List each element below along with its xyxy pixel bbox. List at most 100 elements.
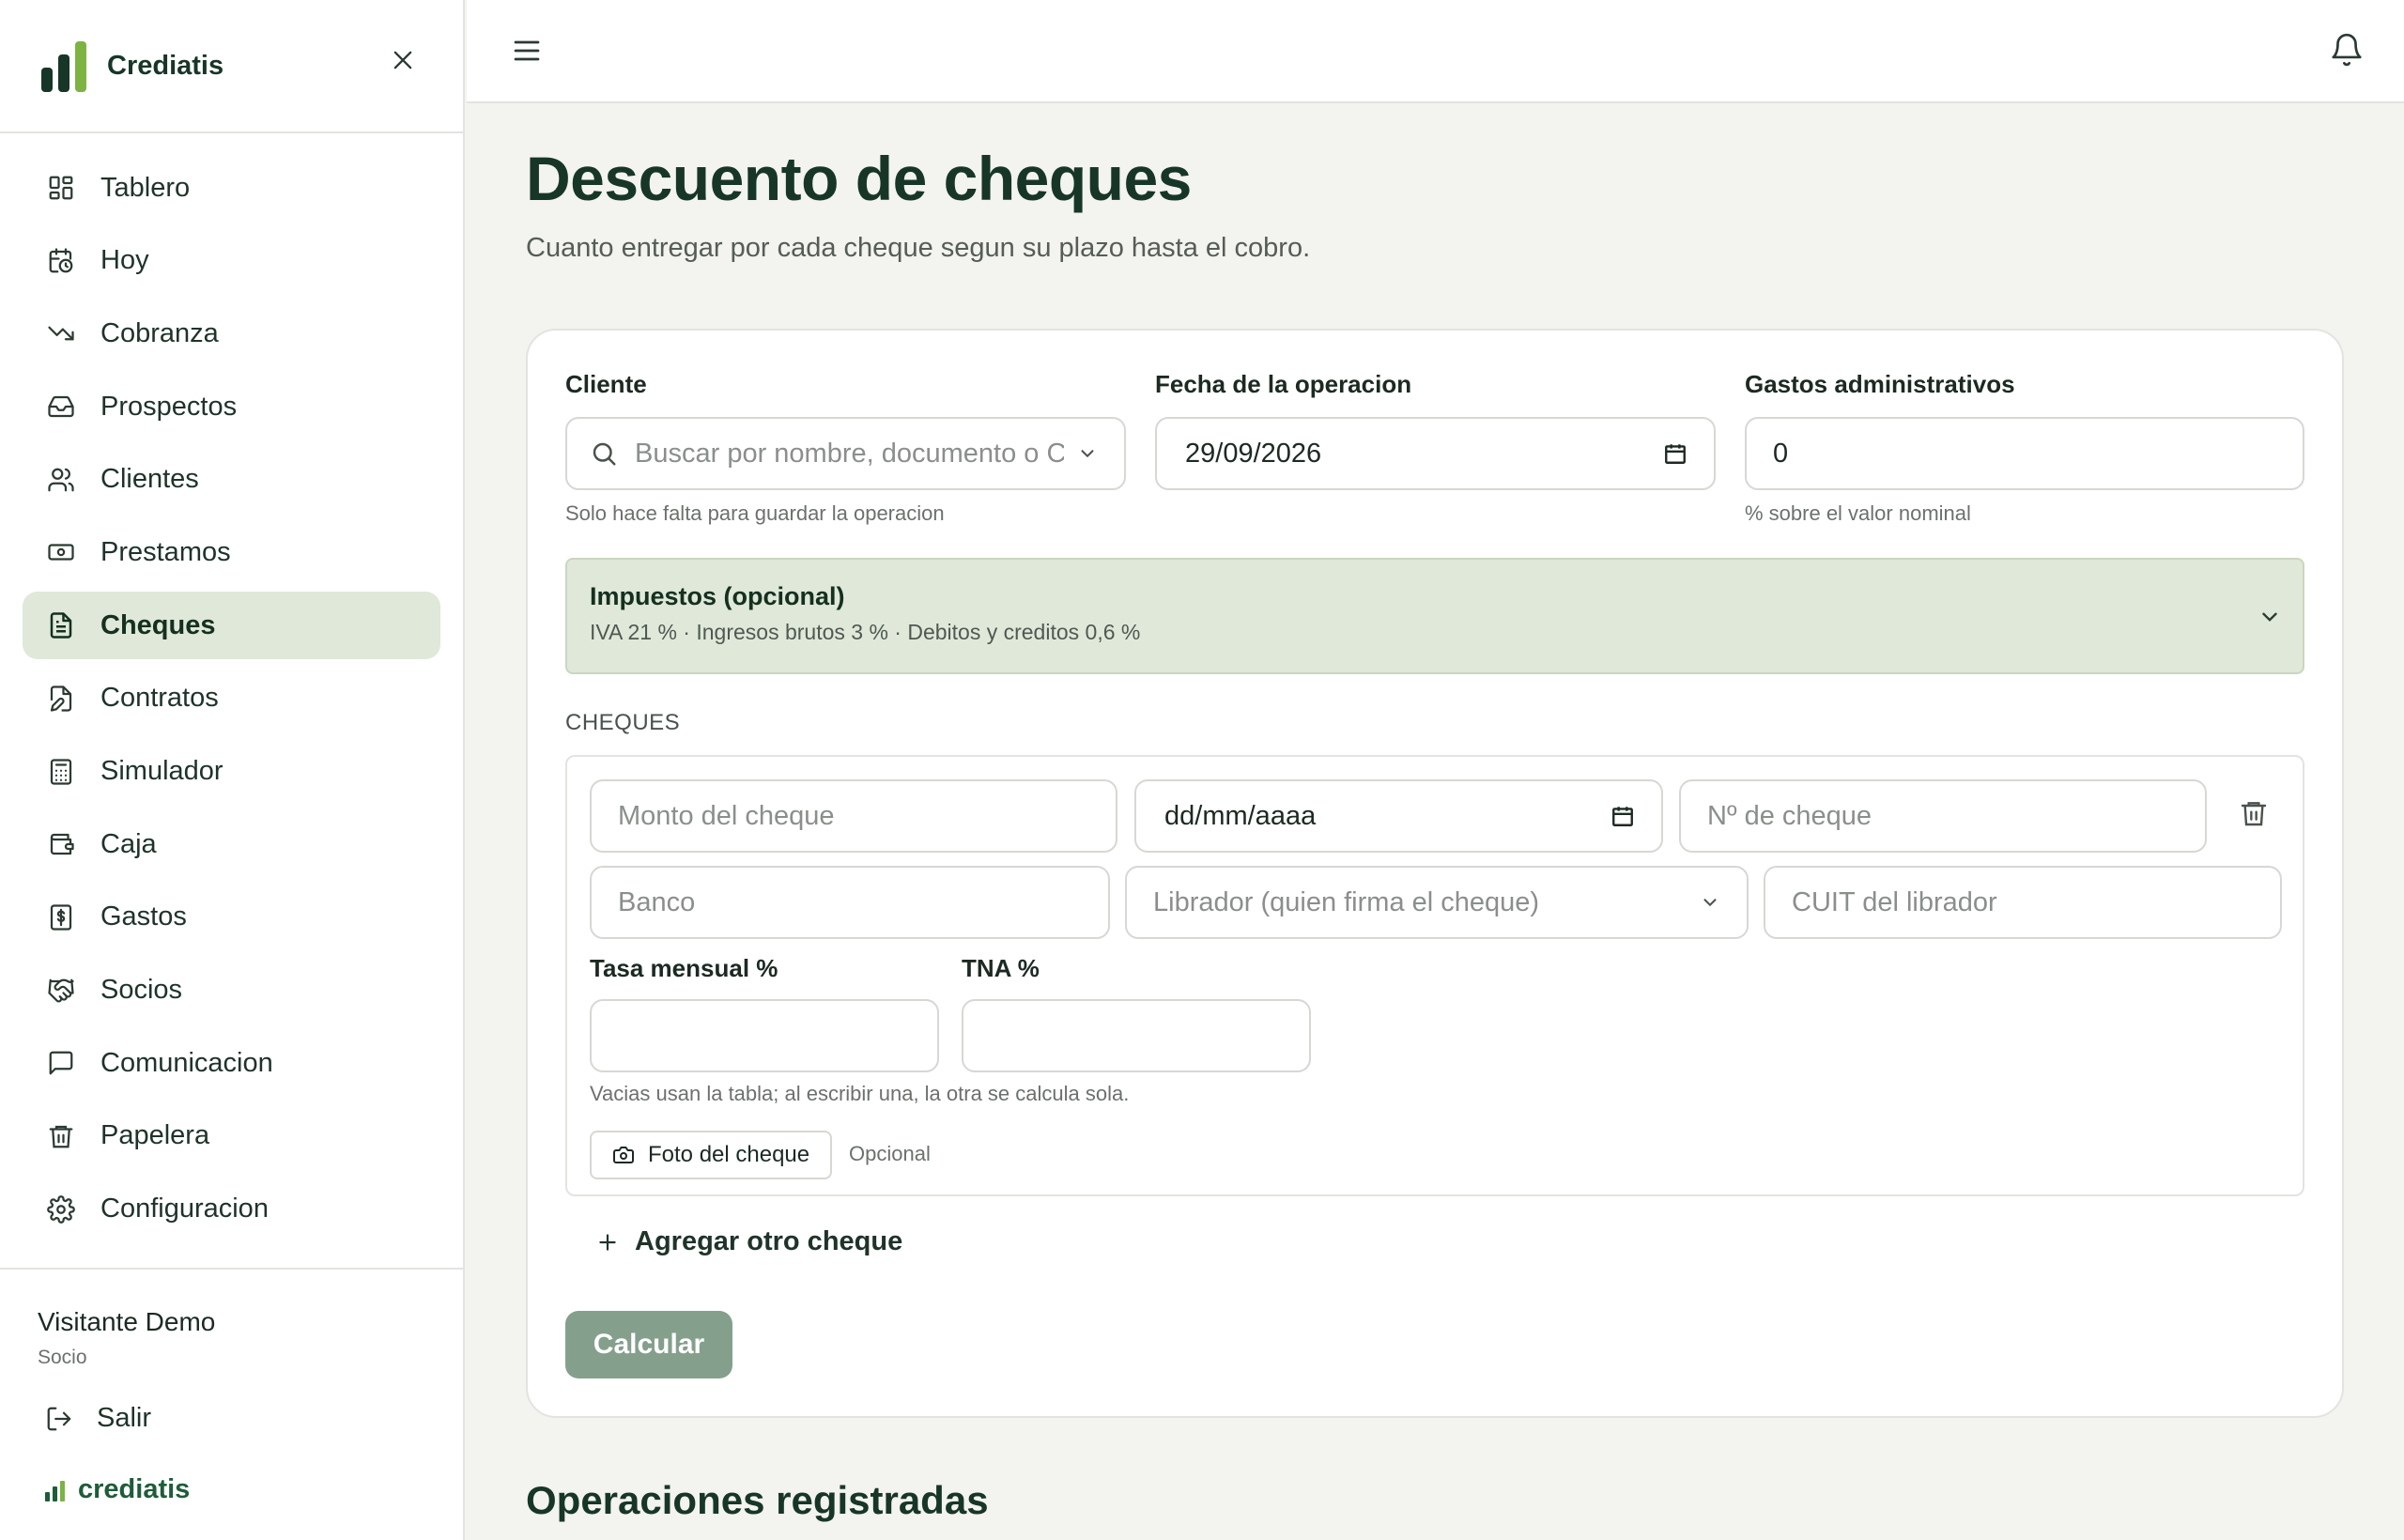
sidebar-item-simulador[interactable]: Simulador [23,738,440,806]
file-text-icon [45,609,77,641]
add-cheque-button[interactable]: Agregar otro cheque [595,1226,902,1257]
sidebar-item-prospectos[interactable]: Prospectos [23,373,440,440]
date-label: Fecha de la operacion [1155,370,1412,398]
sidebar-item-comunicacion[interactable]: Comunicacion [23,1029,440,1097]
sidebar-item-label: Clientes [100,464,199,495]
fees-hint: % sobre el valor nominal [1745,501,1971,525]
sidebar-item-label: Cobranza [100,317,219,348]
cheques-section-label: CHEQUES [565,710,681,735]
brand-header: Crediatis [0,0,463,133]
sidebar-item-label: Socios [100,975,183,1006]
sidebar-item-label: Simulador [100,756,223,786]
operations-title: Operaciones registradas [526,1478,989,1522]
tna-label: TNA % [962,954,1040,982]
sidebar-item-cobranza[interactable]: Cobranza [23,300,440,367]
admin-fees-value: 0 [1773,438,1789,469]
monthly-rate-input[interactable] [590,999,939,1072]
monthly-rate-label: Tasa mensual % [590,954,778,982]
app-name: Crediatis [107,50,224,81]
calculate-button[interactable]: Calcular [565,1311,732,1378]
close-sidebar-button[interactable] [384,41,422,79]
client-label: Cliente [565,370,647,398]
bell-icon [2332,33,2362,67]
message-square-icon [45,1047,77,1079]
sidebar-item-label: Prospectos [100,391,238,422]
sidebar-item-gastos[interactable]: Gastos [23,884,440,951]
cheque-amount-input[interactable]: Monto del cheque [590,779,1117,853]
operation-date-value: 29/09/2026 [1185,438,1322,469]
file-edit-icon [45,683,77,715]
calendar-icon[interactable] [1610,804,1635,828]
chevron-down-icon [2262,612,2277,622]
cheque-date-input[interactable]: dd/mm/aaaa [1134,779,1663,853]
close-icon [393,51,412,69]
cheque-discount-form: Cliente Buscar por nombre, documento o C… [526,329,2344,1418]
sidebar-item-configuracion[interactable]: Configuracion [23,1176,440,1243]
sidebar-footer: Visitante Demo Socio Salir crediatis [0,1268,463,1504]
sidebar-item-prestamos[interactable]: Prestamos [23,518,440,586]
sidebar-item-label: Cheques [100,609,216,640]
chevron-down-icon [1081,450,1094,458]
drawer-cuit-input[interactable]: CUIT del librador [1764,866,2282,939]
photo-optional-label: Opcional [849,1142,931,1165]
user-name: Visitante Demo [38,1307,216,1336]
search-icon [593,442,616,466]
rates-hint: Vacias usan la tabla; al escribir una, l… [590,1082,1130,1105]
logout-button[interactable]: Salir [45,1403,151,1434]
calculator-icon [45,756,77,788]
calendar-clock-icon [45,245,77,277]
hamburger-icon [514,40,540,61]
handshake-icon [45,975,77,1007]
inbox-icon [45,391,77,423]
bank-input[interactable]: Banco [590,866,1110,939]
sidebar-item-contratos[interactable]: Contratos [23,665,440,732]
drawer-placeholder: Librador (quien firma el cheque) [1153,886,1540,917]
logout-label: Salir [97,1403,152,1433]
sidebar-item-label: Caja [100,828,157,859]
sidebar-item-label: Comunicacion [100,1047,273,1078]
cheque-number-input[interactable]: Nº de cheque [1679,779,2207,853]
taxes-summary: IVA 21 % · Ingresos brutos 3 % · Debitos… [590,620,1141,644]
cheque-date-placeholder: dd/mm/aaaa [1164,800,1317,831]
cheque-photo-button[interactable]: Foto del cheque [590,1131,833,1179]
sidebar-item-tablero[interactable]: Tablero [23,154,440,222]
cheque-amount-placeholder: Monto del cheque [618,800,835,831]
sidebar-item-papelera[interactable]: Papelera [23,1102,440,1170]
sidebar-item-socios[interactable]: Socios [23,957,440,1024]
plus-icon [599,1233,616,1251]
sidebar-item-clientes[interactable]: Clientes [23,446,440,514]
delete-cheque-button[interactable] [2239,798,2269,828]
client-search-input[interactable]: Buscar por nombre, documento o CUIT [565,417,1126,490]
add-cheque-label: Agregar otro cheque [635,1226,903,1256]
client-search-placeholder: Buscar por nombre, documento o CUIT [635,438,1064,469]
sidebar: Crediatis Tablero Hoy Cobranza Prospecto… [0,0,465,1540]
drawer-select[interactable]: Librador (quien firma el cheque) [1125,866,1749,939]
trending-down-icon [45,317,77,349]
user-role: Socio [38,1347,87,1368]
sidebar-item-cheques[interactable]: Cheques [23,592,440,660]
taxes-accordion[interactable]: Impuestos (opcional) IVA 21 % · Ingresos… [565,558,2304,674]
operation-date-input[interactable]: 29/09/2026 [1155,417,1716,490]
trash-icon [45,1120,77,1152]
sidebar-item-hoy[interactable]: Hoy [23,227,440,295]
cheque-entry: Monto del cheque dd/mm/aaaa Nº de cheque… [565,755,2304,1196]
cheque-number-placeholder: Nº de cheque [1707,800,1872,831]
users-icon [45,464,77,496]
admin-fees-input[interactable]: 0 [1745,417,2304,490]
wallet-icon [45,828,77,860]
banknote-icon [45,536,77,568]
menu-button[interactable] [510,34,544,68]
calendar-icon[interactable] [1663,441,1687,466]
gear-icon [45,1194,77,1225]
tna-input[interactable] [962,999,1311,1072]
sidebar-item-caja[interactable]: Caja [23,810,440,878]
trash-icon [2241,802,2267,826]
page-subtitle: Cuanto entregar por cada cheque segun su… [526,233,1311,263]
footer-brand-name: crediatis [78,1474,191,1504]
fees-label: Gastos administrativos [1745,370,2015,398]
bank-placeholder: Banco [618,886,696,917]
sidebar-nav: Tablero Hoy Cobranza Prospectos Clientes… [0,133,463,1243]
taxes-title: Impuestos (opcional) [590,582,845,610]
notifications-button[interactable] [2329,32,2366,69]
camera-icon [613,1147,634,1163]
